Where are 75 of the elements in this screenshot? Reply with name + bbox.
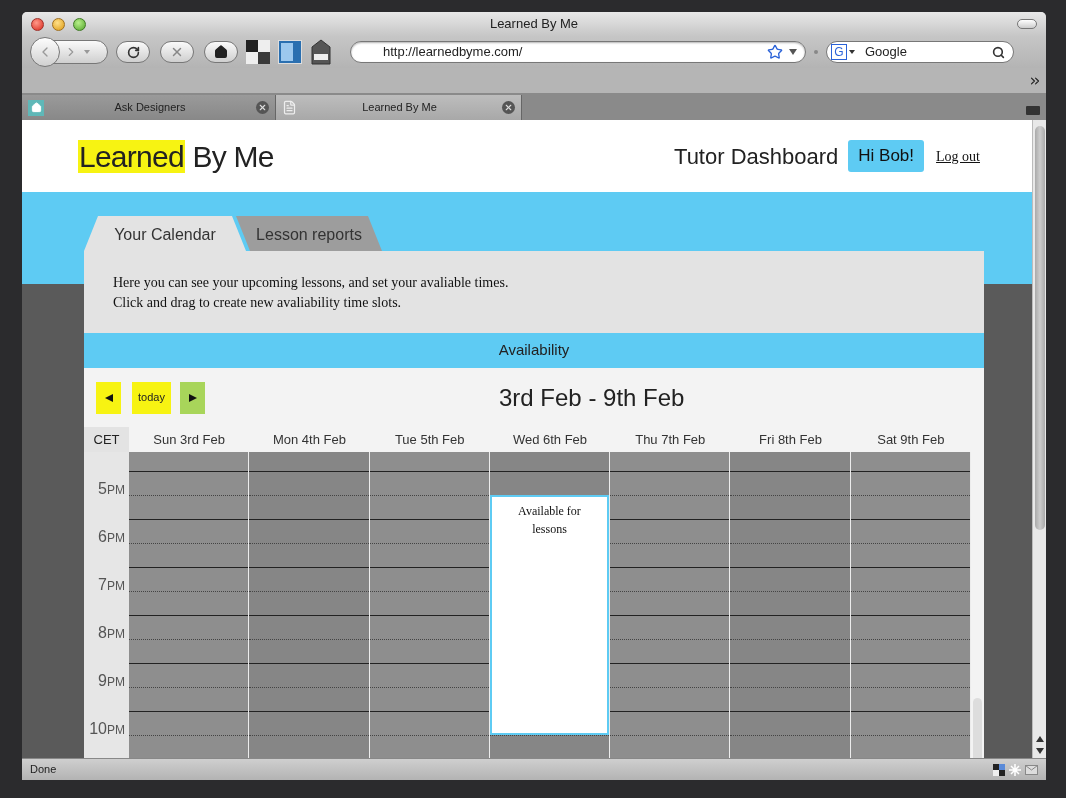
address-field[interactable]: http://learnedbyme.com/ — [350, 41, 806, 63]
reload-button[interactable] — [116, 41, 150, 63]
day-header: Thu 7th Feb — [634, 430, 707, 449]
today-button[interactable]: today — [132, 381, 171, 414]
close-tab-icon — [256, 101, 269, 114]
dropdown-icon — [789, 49, 797, 55]
bookmark-star-icon — [767, 44, 783, 60]
search-icon — [992, 45, 1005, 59]
toolbar-toggle-button[interactable] — [1017, 19, 1037, 29]
hour-label: 5PM — [98, 479, 125, 498]
snowflake-icon — [1009, 763, 1021, 776]
dropdown-icon — [849, 50, 855, 54]
back-icon[interactable] — [30, 37, 60, 67]
day-header: Fri 8th Feb — [758, 430, 823, 449]
close-tab-icon — [502, 101, 515, 114]
browser-tab[interactable]: Ask Designers — [22, 95, 276, 120]
checkered-icon — [993, 763, 1005, 776]
search-input[interactable]: Google — [865, 42, 992, 62]
date-range-title: 3rd Feb - 9th Feb — [499, 382, 685, 413]
intro-text: Click and drag to create new avaliability time slots. — [113, 294, 403, 312]
day-column[interactable] — [730, 452, 851, 758]
minimize-window-button[interactable] — [52, 17, 65, 31]
scroll-up-icon[interactable] — [1035, 736, 1044, 742]
checkered-bookmark-icon[interactable] — [246, 40, 270, 64]
intro-text: Here you can see your upcoming lessons, and set your avaliable times. — [113, 274, 510, 292]
day-header: Sat 9th Feb — [876, 430, 946, 449]
hour-label: 8PM — [98, 623, 125, 642]
day-column[interactable] — [850, 452, 971, 758]
left-triangle-icon — [104, 393, 113, 402]
browser-tab[interactable]: Learned By Me — [276, 95, 522, 120]
day-column[interactable] — [249, 452, 370, 758]
hour-label: 7PM — [98, 575, 125, 594]
site-logo[interactable]: Learned By Me — [78, 133, 274, 179]
right-triangle-icon — [188, 393, 197, 402]
hour-label: 6PM — [98, 527, 125, 546]
stop-icon — [170, 45, 184, 59]
day-column[interactable]: Available for lessons — [489, 452, 611, 758]
previous-week-button[interactable] — [96, 381, 121, 414]
zoom-window-button[interactable] — [73, 17, 86, 31]
day-column[interactable] — [610, 452, 731, 758]
back-forward-control[interactable] — [32, 40, 108, 64]
google-logo-icon: G — [831, 44, 847, 60]
scrollbar-thumb[interactable] — [1034, 126, 1045, 530]
reload-icon — [126, 45, 140, 59]
timezone-label: CET — [84, 427, 129, 452]
stop-button[interactable] — [160, 41, 194, 63]
hour-label: 10PM — [89, 719, 125, 738]
page-tab[interactable]: Lesson reports — [236, 216, 382, 251]
next-week-button[interactable] — [180, 381, 205, 414]
hour-label: 9PM — [98, 671, 125, 690]
section-title-bar: Availability — [84, 333, 984, 368]
panel-icon[interactable] — [278, 40, 302, 64]
availability-slot[interactable]: Available for lessons — [489, 495, 610, 736]
day-column[interactable] — [369, 452, 490, 758]
day-header: Tue 5th Feb — [393, 430, 466, 449]
home-icon — [214, 45, 228, 59]
close-window-button[interactable] — [31, 17, 44, 31]
tag-icon[interactable] — [310, 39, 332, 65]
day-header: Sun 3rd Feb — [152, 430, 226, 449]
page-tab[interactable]: Your Calendar — [84, 216, 246, 251]
search-field[interactable]: G Google — [826, 41, 1014, 63]
status-text: Done — [30, 762, 57, 778]
mail-icon — [1025, 764, 1038, 775]
dashboard-title: Tutor Dashboard — [674, 142, 839, 171]
greeting-label: Hi Bob! — [848, 140, 925, 172]
day-header: Wed 6th Feb — [511, 430, 589, 449]
day-column[interactable] — [129, 452, 250, 758]
scrollbar-thumb[interactable] — [973, 698, 982, 758]
dropdown-icon — [84, 50, 90, 54]
logout-link[interactable]: Log out — [936, 145, 980, 167]
page-icon — [282, 100, 297, 115]
day-header: Mon 4th Feb — [271, 430, 347, 449]
window-title: Learned By Me — [489, 15, 579, 34]
site-icon — [28, 99, 44, 116]
home-button[interactable] — [204, 41, 238, 63]
